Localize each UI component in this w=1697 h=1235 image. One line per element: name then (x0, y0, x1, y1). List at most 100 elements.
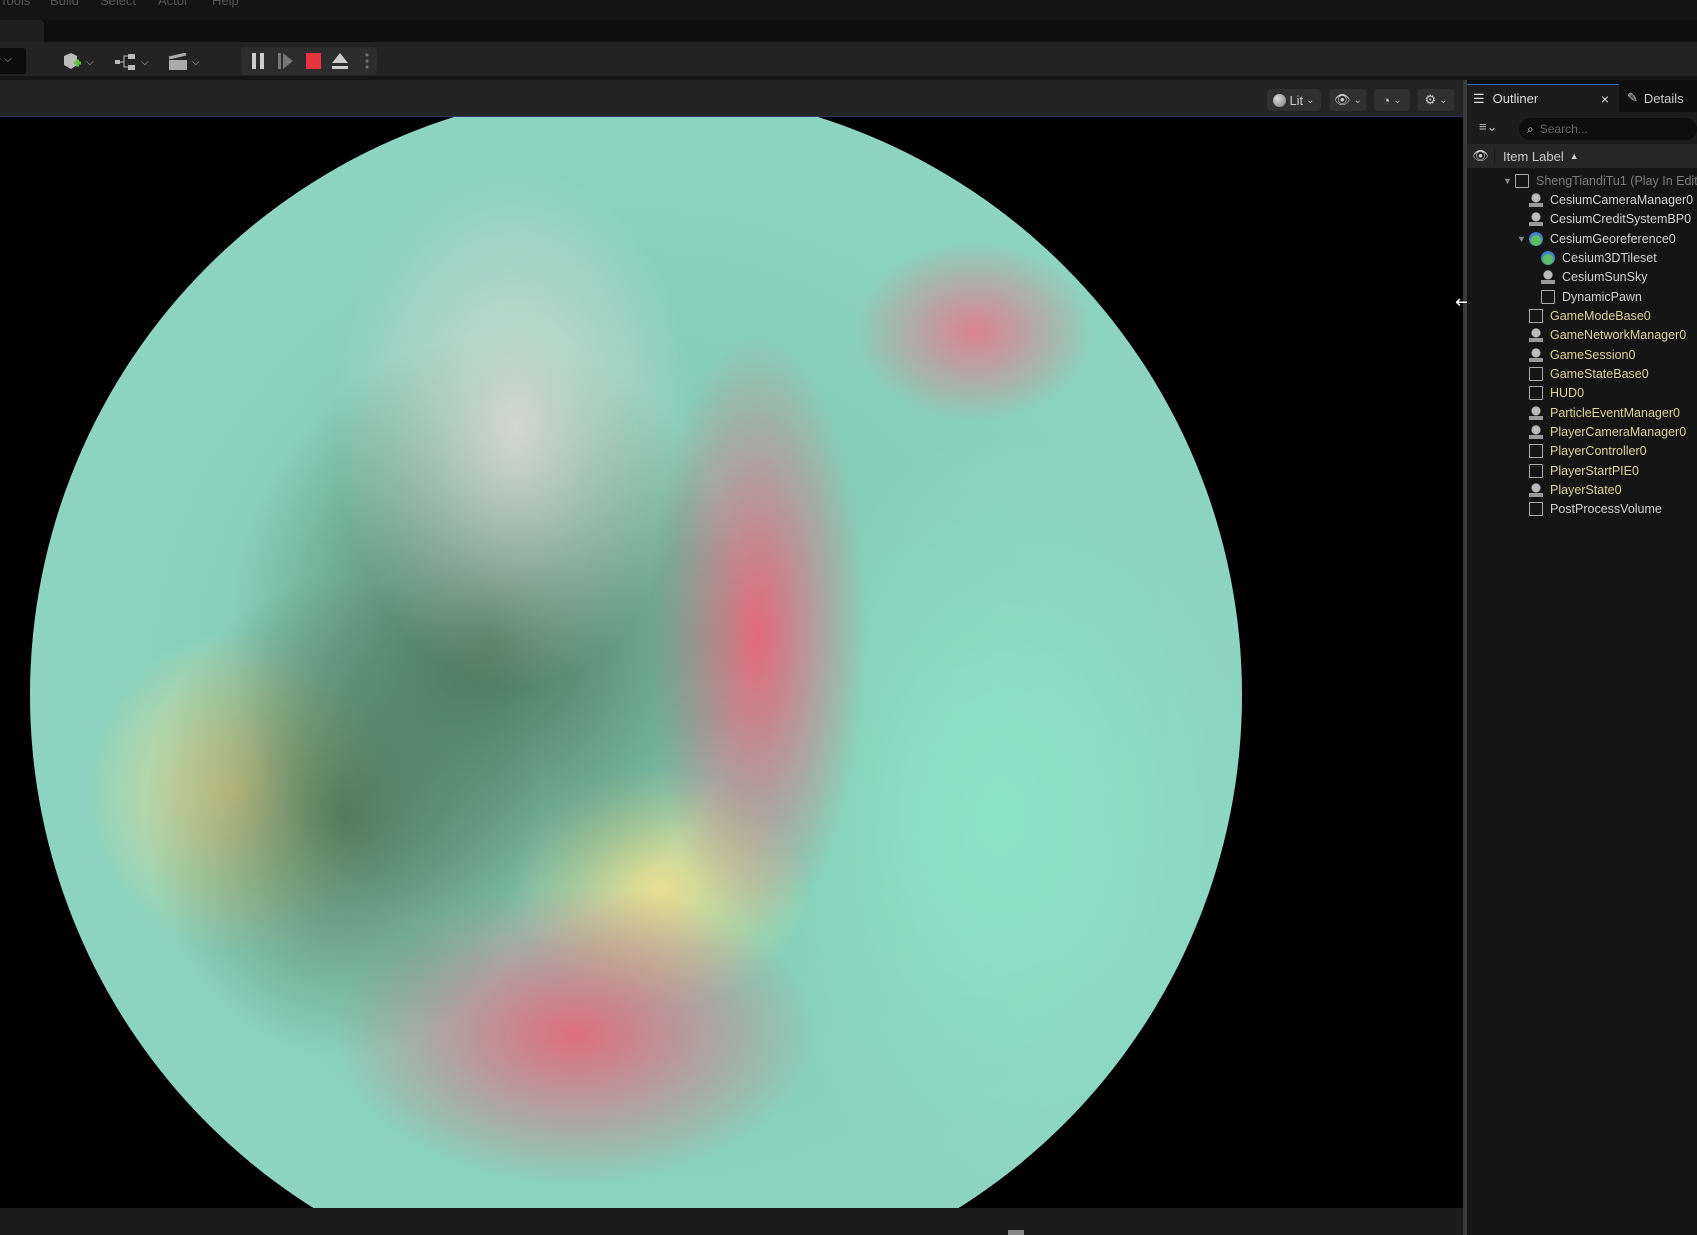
outliner-row[interactable]: PlayerCameraManager0 (1517, 423, 1686, 442)
document-tab-row (0, 20, 1697, 42)
outliner-item-label: GameStateBase0 (1550, 367, 1649, 381)
menu-tools[interactable]: Tools (0, 0, 30, 8)
chevron-down-icon: ⌄ (1306, 94, 1315, 106)
outliner-row[interactable]: PlayerStartPIE0 (1517, 461, 1639, 480)
visibility-eye-icon[interactable]: 👁 (1467, 148, 1495, 164)
outliner-row[interactable]: GameNetworkManager0 (1517, 326, 1686, 345)
main-toolbar: ⌵ ⌵ ⌵ ⌵ (0, 42, 1697, 80)
outliner-item-label: PlayerCameraManager0 (1550, 425, 1687, 440)
lit-label: Lit (1289, 92, 1304, 108)
outliner-item-label: Cesium3DTileset (1562, 250, 1657, 265)
outliner-row[interactable]: ▼ CesiumGeoreference0 (1517, 229, 1676, 248)
expand-arrow-icon[interactable]: ▼ (1503, 176, 1515, 186)
show-button[interactable]: 👁 ⌄ (1330, 89, 1366, 111)
outliner-item-label: CesiumCameraManager0 (1550, 192, 1694, 207)
outliner-row[interactable]: DynamicPawn (1529, 287, 1642, 306)
stop-icon[interactable] (306, 53, 321, 69)
outliner-row[interactable]: GameSession0 (1517, 345, 1635, 364)
outliner-row[interactable]: HUD0 (1517, 384, 1584, 403)
search-icon: ⌕ (1527, 121, 1534, 136)
outliner-item-label: CesiumSunSky (1562, 270, 1648, 285)
outliner-item-label: ParticleEventManager0 (1550, 405, 1680, 420)
actor-icon (1529, 347, 1543, 362)
actor-icon (1529, 212, 1543, 227)
outliner-item-label: PlayerStartPIE0 (1550, 463, 1639, 478)
mode-dropdown[interactable]: ⌵ (0, 48, 26, 74)
chevron-down-icon: ⌄ (1439, 94, 1448, 106)
panel-tabs: ☰ Outliner × ✎ Details (1467, 80, 1697, 112)
gamepad-icon (1529, 444, 1543, 459)
outliner-item-label: GameNetworkManager0 (1550, 328, 1687, 343)
tab-details[interactable]: ✎ Details (1627, 84, 1697, 112)
outliner-tab-label: Outliner (1492, 91, 1539, 106)
game-state-icon (1529, 367, 1543, 381)
earth-globe (30, 117, 1242, 1208)
outliner-item-label: HUD0 (1550, 386, 1585, 401)
performance-button[interactable]: ◔ ⌄ (1374, 89, 1410, 111)
level-tab[interactable] (0, 20, 44, 42)
close-tab-button[interactable]: × (1601, 91, 1609, 107)
outliner-column-header: 👁 Item Label ▲ (1467, 144, 1697, 168)
world-icon (1515, 173, 1529, 188)
view-mode-button[interactable]: Lit ⌄ (1267, 89, 1321, 111)
outliner-item-label: GameModeBase0 (1550, 308, 1651, 323)
outliner-tree: ▼ ShengTiandiTu1 (Play In Editor) CesiumCa… (1467, 168, 1697, 528)
resize-grip[interactable] (1008, 1230, 1024, 1235)
outliner-row[interactable]: GameModeBase0 (1517, 306, 1651, 325)
outliner-row[interactable]: CesiumCreditSystemBP0 (1517, 210, 1691, 229)
step-frame-icon[interactable] (278, 53, 294, 69)
pause-icon[interactable] (251, 53, 265, 69)
eject-icon[interactable] (332, 53, 348, 69)
post-process-icon (1529, 502, 1543, 517)
outliner-row[interactable]: CesiumSunSky (1529, 268, 1647, 287)
outliner-row[interactable]: PlayerState0 (1517, 481, 1622, 500)
georeference-icon (1529, 231, 1543, 246)
gear-icon: ⚙ (1424, 92, 1437, 107)
outliner-row[interactable]: ParticleEventManager0 (1517, 403, 1680, 422)
blueprint-button[interactable]: ⌵ (115, 50, 149, 74)
filter-icon[interactable]: ≡⌄ (1479, 119, 1497, 135)
expand-arrow-icon[interactable]: ▼ (1517, 234, 1529, 244)
outliner-search-row: ≡⌄ ⌕ Search... (1467, 112, 1697, 144)
outliner-row[interactable]: GameStateBase0 (1517, 365, 1649, 384)
outliner-row[interactable]: ▼ ShengTiandiTu1 (Play In Editor) (1503, 171, 1697, 190)
menu-actor[interactable]: Actor (158, 0, 188, 8)
menu-help[interactable]: Help (212, 0, 239, 8)
play-controls (241, 47, 377, 75)
lit-sphere-icon (1273, 93, 1287, 107)
outliner-row[interactable]: PlayerController0 (1517, 442, 1647, 461)
actor-icon (1541, 270, 1555, 285)
actor-icon (1529, 405, 1543, 420)
chevron-down-icon: ⌵ (141, 56, 149, 68)
outliner-row[interactable]: PostProcessVolume (1517, 500, 1662, 519)
outliner-icon: ☰ (1473, 90, 1485, 106)
sort-ascending-icon: ▲ (1569, 151, 1579, 161)
outliner-item-label: CesiumCreditSystemBP0 (1550, 212, 1692, 227)
settings-button[interactable]: ⚙ ⌄ (1418, 89, 1454, 111)
pencil-icon: ✎ (1627, 90, 1638, 105)
chevron-down-icon: ⌄ (1393, 94, 1402, 106)
menu-select[interactable]: Select (100, 0, 136, 8)
chevron-down-icon: ⌵ (192, 56, 200, 68)
outliner-item-label: ShengTiandiTu1 (Play In Editor) (1536, 173, 1697, 188)
georeference-icon (1541, 250, 1555, 265)
tab-outliner[interactable]: ☰ Outliner × (1467, 84, 1619, 112)
add-actor-button[interactable]: ⌵ (62, 50, 94, 74)
chevron-down-icon: ⌵ (86, 56, 94, 68)
outliner-row[interactable]: CesiumCameraManager0 (1517, 190, 1693, 209)
more-options-icon[interactable] (365, 53, 369, 69)
actor-icon (1529, 425, 1543, 440)
cinematics-button[interactable]: ⌵ (168, 50, 200, 74)
outliner-item-label: PostProcessVolume (1550, 502, 1662, 517)
level-viewport[interactable] (0, 117, 1463, 1208)
item-label-column[interactable]: Item Label (1503, 149, 1564, 164)
search-input[interactable]: ⌕ Search... (1519, 118, 1697, 140)
player-start-icon (1529, 463, 1543, 478)
outliner-row[interactable]: Cesium3DTileset (1529, 248, 1657, 267)
chevron-down-icon: ⌄ (1353, 94, 1362, 106)
menu-build[interactable]: Build (50, 0, 79, 8)
viewport-toolbar: Lit ⌄ 👁 ⌄ ◔ ⌄ ⚙ ⌄ (0, 80, 1463, 117)
cinematics-icon (168, 53, 187, 70)
outliner-panel: ☰ Outliner × ✎ Details ≡⌄ ⌕ Search... 👁 I… (1467, 80, 1697, 1235)
hud-icon (1529, 386, 1543, 401)
